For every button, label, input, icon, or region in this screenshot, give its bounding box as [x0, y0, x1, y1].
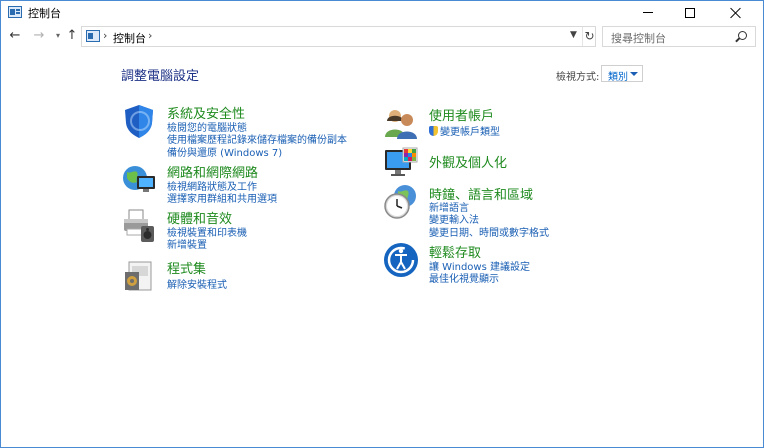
address-dropdown-icon[interactable]: ▼ — [570, 30, 577, 40]
dropdown-arrow-icon — [630, 72, 638, 76]
arrow-left-icon: ← — [9, 28, 21, 43]
search-icon[interactable] — [738, 31, 747, 40]
monitor-palette-icon — [385, 147, 418, 176]
category-title[interactable]: 外觀及個人化 — [429, 152, 507, 171]
control-panel-window: 控制台 ← → ▾ ↑ › 控制台 › ▼ ↻ 搜尋控制台 調整電腦設定 檢視方… — [0, 0, 764, 448]
category-system-security: 系統及安全性 檢閱您的電腦狀態 使用檔案歷程記錄來儲存檔案的備份副本 備份與還原… — [121, 103, 381, 159]
navigation-bar: ← → ▾ ↑ › 控制台 › ▼ ↻ 搜尋控制台 — [1, 24, 763, 48]
close-icon — [730, 7, 742, 19]
printer-speaker-icon — [124, 209, 154, 242]
control-panel-icon — [8, 6, 22, 18]
category-title[interactable]: 程式集 — [167, 258, 206, 277]
category-user-accounts: 使用者帳戶 變更帳戶類型 — [383, 105, 643, 141]
link-backup-restore[interactable]: 備份與還原 (Windows 7) — [167, 144, 282, 159]
link-date-time-format[interactable]: 變更日期、時間或數字格式 — [429, 224, 549, 239]
maximize-button[interactable] — [667, 1, 713, 24]
close-button[interactable] — [713, 1, 759, 24]
window-title: 控制台 — [28, 7, 61, 20]
link-text: 變更帳戶類型 — [440, 127, 500, 138]
programs-icon — [125, 261, 152, 291]
address-bar[interactable]: › 控制台 › ▼ ↻ — [81, 26, 596, 47]
page-title: 調整電腦設定 — [121, 69, 200, 84]
category-title[interactable]: 使用者帳戶 — [429, 105, 494, 124]
forward-button[interactable]: → — [31, 28, 47, 44]
category-hardware-sound: 硬體和音效 檢視裝置和印表機 新增裝置 — [121, 208, 381, 251]
clock-globe-icon — [384, 185, 416, 219]
view-by-label: 檢視方式: — [556, 72, 600, 83]
maximize-icon — [685, 7, 695, 18]
link-optimize-display[interactable]: 最佳化視覺顯示 — [429, 270, 499, 285]
refresh-button[interactable]: ↻ — [582, 27, 596, 46]
link-homegroup[interactable]: 選擇家用群組和共用選項 — [167, 190, 277, 205]
refresh-icon: ↻ — [584, 29, 595, 43]
users-icon — [385, 110, 417, 139]
breadcrumb-chevron-icon[interactable]: › — [103, 29, 107, 42]
search-input[interactable]: 搜尋控制台 — [602, 26, 756, 47]
category-appearance-personalization: 外觀及個人化 — [383, 146, 643, 182]
category-ease-of-access: 輕鬆存取 讓 Windows 建議設定 最佳化視覺顯示 — [383, 242, 643, 285]
uac-shield-icon — [429, 126, 438, 136]
minimize-button[interactable] — [625, 1, 671, 24]
up-button[interactable]: ↑ — [64, 28, 80, 44]
network-globe-icon — [123, 166, 155, 192]
back-button[interactable]: ← — [7, 28, 23, 44]
title-bar: 控制台 — [1, 1, 763, 24]
view-by-value: 類別 — [608, 72, 628, 83]
search-placeholder: 搜尋控制台 — [611, 32, 666, 45]
category-clock-language-region: 時鐘、語言和區域 新增語言 變更輸入法 變更日期、時間或數字格式 — [383, 184, 643, 239]
security-shield-icon — [125, 105, 153, 138]
link-add-device[interactable]: 新增裝置 — [167, 236, 207, 251]
ease-of-access-icon — [384, 243, 418, 277]
arrow-up-icon: ↑ — [66, 28, 78, 43]
control-panel-icon — [86, 30, 100, 42]
chevron-down-icon: ▾ — [55, 31, 60, 40]
breadcrumb-chevron-icon[interactable]: › — [148, 29, 152, 42]
category-programs: 程式集 解除安裝程式 — [121, 258, 381, 298]
breadcrumb-control-panel[interactable]: 控制台 — [113, 30, 146, 46]
minimize-icon — [643, 12, 653, 13]
view-by-dropdown[interactable]: 類別 — [601, 65, 643, 83]
link-change-account-type[interactable]: 變更帳戶類型 — [429, 123, 500, 138]
arrow-right-icon: → — [33, 28, 45, 43]
link-uninstall-program[interactable]: 解除安裝程式 — [167, 276, 227, 291]
category-network-internet: 網路和網際網路 檢視網路狀態及工作 選擇家用群組和共用選項 — [121, 162, 381, 205]
